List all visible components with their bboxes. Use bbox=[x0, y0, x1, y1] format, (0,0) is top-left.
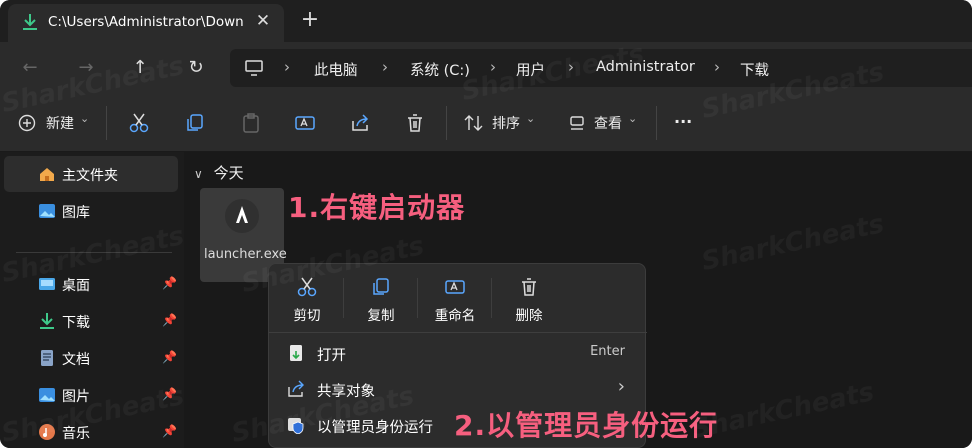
divider bbox=[491, 278, 492, 318]
breadcrumb-item[interactable]: Administrator bbox=[596, 59, 695, 75]
chevron-down-icon: ⌄ bbox=[526, 112, 536, 125]
paste-icon[interactable] bbox=[240, 112, 262, 134]
refresh-button[interactable]: ↻ bbox=[182, 54, 210, 82]
menu-divider bbox=[269, 332, 647, 333]
sidebar-item-music[interactable]: 音乐 📌 bbox=[4, 414, 178, 448]
back-button[interactable]: ← bbox=[16, 54, 44, 82]
pin-icon[interactable]: 📌 bbox=[162, 350, 177, 364]
new-tab-button[interactable]: + bbox=[298, 9, 322, 33]
sidebar-divider bbox=[16, 252, 172, 253]
music-icon bbox=[39, 424, 55, 440]
file-name: launcher.exe bbox=[204, 247, 287, 262]
chevron-right-icon: › bbox=[617, 376, 625, 397]
title-bar: C:\Users\Administrator\Downl ✕ + bbox=[0, 0, 972, 42]
open-icon bbox=[290, 345, 302, 361]
sidebar-item-home[interactable]: 主文件夹 bbox=[4, 156, 178, 192]
divider bbox=[106, 106, 107, 140]
breadcrumb-item[interactable]: 系统 (C:) bbox=[410, 59, 470, 80]
copy-button[interactable]: 复制 bbox=[345, 274, 417, 326]
breadcrumb-separator: › bbox=[382, 58, 388, 76]
more-options-button[interactable]: ··· bbox=[674, 112, 692, 136]
divider bbox=[446, 106, 447, 140]
delete-icon[interactable] bbox=[404, 112, 426, 134]
view-icon bbox=[570, 116, 584, 130]
sidebar-item-gallery[interactable]: 图库 bbox=[4, 193, 178, 229]
chevron-down-icon: ⌄ bbox=[80, 112, 90, 125]
sidebar-item-pictures[interactable]: 图片 📌 bbox=[4, 377, 178, 413]
gallery-icon bbox=[39, 204, 55, 218]
pin-icon[interactable]: 📌 bbox=[162, 276, 177, 290]
address-bar[interactable]: › 此电脑 › 系统 (C:) › 用户 › Administrator › 下… bbox=[230, 49, 972, 87]
rename-button[interactable]: 重命名 bbox=[419, 274, 491, 326]
share-icon bbox=[288, 380, 304, 397]
desktop-icon bbox=[39, 278, 55, 290]
file-explorer-window: C:\Users\Administrator\Downl ✕ + ← → ↑ ↻… bbox=[0, 0, 972, 448]
delete-icon bbox=[522, 278, 536, 296]
download-icon bbox=[40, 313, 54, 329]
cut-icon bbox=[297, 277, 317, 297]
download-icon bbox=[23, 14, 37, 30]
sidebar-item-documents[interactable]: 文档 📌 bbox=[4, 340, 178, 376]
sort-icon bbox=[464, 115, 483, 131]
menu-item-share[interactable]: 共享对象 › bbox=[277, 372, 637, 406]
group-header-today[interactable]: ∨ 今天 bbox=[194, 162, 244, 183]
divider bbox=[343, 278, 344, 318]
menu-item-open[interactable]: 打开 Enter bbox=[277, 336, 637, 370]
breadcrumb-item[interactable]: 用户 bbox=[516, 59, 545, 80]
pictures-icon bbox=[39, 388, 55, 402]
admin-shield-icon bbox=[288, 418, 304, 434]
divider bbox=[656, 106, 657, 140]
tab-close-icon[interactable]: ✕ bbox=[252, 10, 274, 32]
up-button[interactable]: ↑ bbox=[126, 54, 154, 82]
sidebar-item-desktop[interactable]: 桌面 📌 bbox=[4, 266, 178, 302]
divider bbox=[417, 278, 418, 318]
navigation-pane: 主文件夹 图库 桌面 📌 下载 📌 文档 📌 图片 📌 音乐 📌 bbox=[0, 152, 182, 448]
tab-title: C:\Users\Administrator\Downl bbox=[48, 14, 244, 30]
rename-icon bbox=[445, 280, 465, 294]
sidebar-item-downloads[interactable]: 下载 📌 bbox=[4, 303, 178, 339]
computer-icon bbox=[245, 60, 263, 76]
pin-icon[interactable]: 📌 bbox=[162, 313, 177, 327]
forward-button[interactable]: → bbox=[72, 54, 100, 82]
cut-button[interactable]: 剪切 bbox=[271, 274, 343, 326]
breadcrumb-separator: › bbox=[490, 58, 496, 76]
breadcrumb-current[interactable]: 下载 bbox=[740, 59, 769, 80]
breadcrumb-separator: › bbox=[568, 58, 574, 76]
annotation-step-2: 2.以管理员身份运行 bbox=[454, 409, 719, 442]
annotation-step-1: 1.右键启动器 bbox=[288, 191, 466, 224]
home-icon bbox=[40, 168, 54, 181]
command-bar: 新建 ⌄ 排序 ⌄ 查看 ⌄ ··· bbox=[0, 94, 972, 152]
plus-circle-icon bbox=[18, 114, 36, 132]
delete-button[interactable]: 删除 bbox=[493, 274, 565, 326]
navigation-bar: ← → ↑ ↻ › 此电脑 › 系统 (C:) › 用户 › Administr… bbox=[0, 42, 972, 94]
documents-icon bbox=[41, 350, 53, 366]
cut-icon[interactable] bbox=[128, 112, 150, 134]
copy-icon bbox=[373, 278, 389, 295]
pin-icon[interactable]: 📌 bbox=[162, 424, 177, 438]
pin-icon[interactable]: 📌 bbox=[162, 387, 177, 401]
shortcut-hint: Enter bbox=[590, 344, 625, 359]
chevron-down-icon: ⌄ bbox=[628, 112, 638, 125]
share-icon[interactable] bbox=[349, 112, 371, 134]
app-icon bbox=[225, 199, 259, 233]
breadcrumb-separator: › bbox=[284, 58, 290, 76]
chevron-down-icon: ∨ bbox=[194, 167, 203, 181]
breadcrumb-item[interactable]: 此电脑 bbox=[314, 59, 358, 80]
tab-downloads[interactable]: C:\Users\Administrator\Downl ✕ bbox=[8, 4, 284, 42]
rename-icon[interactable] bbox=[294, 112, 316, 134]
breadcrumb-separator: › bbox=[714, 58, 720, 76]
copy-icon[interactable] bbox=[184, 112, 206, 134]
